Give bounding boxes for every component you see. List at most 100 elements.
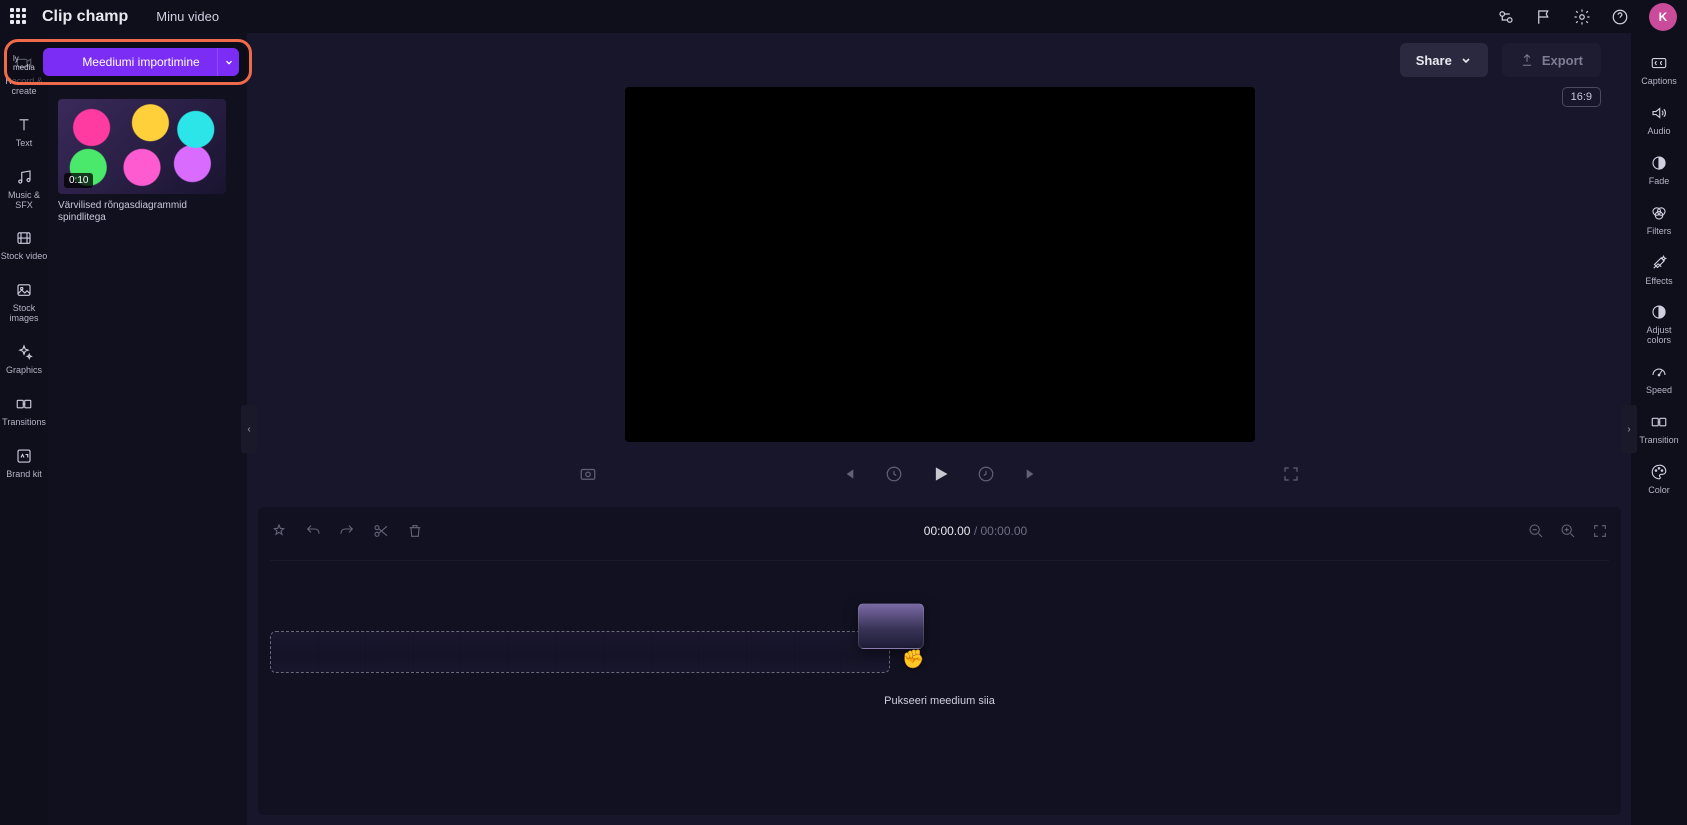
left-rail-stock-video[interactable]: Stock video <box>0 228 48 262</box>
flag-icon[interactable] <box>1532 5 1556 29</box>
export-label: Export <box>1542 53 1583 68</box>
snapshot-button[interactable] <box>578 464 598 484</box>
media-name: Värvilised rõngasdiagrammid spindlitega <box>58 200 237 224</box>
rail-label: Audio <box>1647 127 1670 137</box>
media-duration-badge: 0:10 <box>64 173 93 188</box>
player-controls <box>248 450 1631 498</box>
rail-label: Music & SFX <box>0 191 48 211</box>
user-avatar[interactable]: K <box>1649 3 1677 31</box>
right-rail: › Captions Audio Fade Filters Effects Ad… <box>1631 33 1687 825</box>
avatar-initial: K <box>1659 10 1668 24</box>
left-rail-brand-kit[interactable]: Brand kit <box>0 446 48 480</box>
rail-label: Speed <box>1646 386 1672 396</box>
timeline-hint: Pukseeri meedium siia <box>270 695 1609 707</box>
zoom-out-button[interactable] <box>1527 522 1545 540</box>
import-dropdown-caret[interactable] <box>217 48 239 76</box>
apps-icon[interactable] <box>10 8 28 26</box>
fit-timeline-button[interactable] <box>1591 522 1609 540</box>
left-rail-transitions[interactable]: Transitions <box>0 394 48 428</box>
right-rail-captions[interactable]: Captions <box>1635 53 1683 87</box>
redo-button[interactable] <box>338 522 356 540</box>
fade-icon <box>1649 153 1669 173</box>
grab-cursor-icon: ✊ <box>902 649 924 670</box>
rail-label: Brand kit <box>6 470 42 480</box>
right-rail-adjust-colors[interactable]: Adjust colors <box>1635 302 1683 346</box>
rail-label: Fade <box>1649 177 1670 187</box>
left-rail: Record & create Text Music & SFX Stock v… <box>0 33 48 825</box>
undo-button[interactable] <box>304 522 322 540</box>
right-rail-fade[interactable]: Fade <box>1635 153 1683 187</box>
share-button[interactable]: Share <box>1400 43 1488 77</box>
media-thumbnail[interactable]: 0:10 Värvilised rõngasdiagrammid spindli… <box>58 99 237 224</box>
left-rail-graphics[interactable]: Graphics <box>0 342 48 376</box>
timeline-toolbar: 00:00.00 / 00:00.00 <box>270 517 1609 545</box>
gauge-icon <box>1649 362 1669 382</box>
skip-back-button[interactable] <box>838 464 858 484</box>
right-rail-filters[interactable]: Filters <box>1635 203 1683 237</box>
step-forward-button[interactable] <box>976 464 996 484</box>
media-panel: ly media Meediumi importimine 0:10 Värvi… <box>48 33 248 825</box>
collapse-right-rail-button[interactable]: › <box>1621 405 1637 453</box>
timeline-body[interactable]: ✊ Pukseeri meedium siia <box>270 551 1609 805</box>
import-media-button[interactable]: Meediumi importimine <box>43 48 239 76</box>
rail-label: Captions <box>1641 77 1677 87</box>
skip-forward-button[interactable] <box>1022 464 1042 484</box>
rail-label: Adjust colors <box>1635 326 1683 346</box>
timeline: 00:00.00 / 00:00.00 <box>258 507 1621 815</box>
my-media-label: ly media <box>13 54 35 72</box>
export-button[interactable]: Export <box>1502 43 1601 77</box>
import-media-label: Meediumi importimine <box>82 55 199 69</box>
aspect-ratio-button[interactable]: 16:9 <box>1562 87 1601 107</box>
right-rail-speed[interactable]: Speed <box>1635 362 1683 396</box>
project-title[interactable]: Minu video <box>156 9 219 24</box>
upgrade-icon[interactable] <box>1494 5 1518 29</box>
share-label: Share <box>1416 53 1452 68</box>
video-preview[interactable] <box>625 87 1255 442</box>
rail-label: Text <box>16 139 33 149</box>
image-icon <box>14 280 34 300</box>
cc-icon <box>1649 53 1669 73</box>
rail-label: Graphics <box>6 366 42 376</box>
timeline-track[interactable]: ✊ <box>270 631 1609 677</box>
transition-icon <box>14 394 34 414</box>
right-rail-audio[interactable]: Audio <box>1635 103 1683 137</box>
action-row: Share Export <box>248 33 1631 87</box>
rail-label: Transition <box>1639 436 1678 446</box>
left-rail-music-sfx[interactable]: Music & SFX <box>0 167 48 211</box>
step-back-button[interactable] <box>884 464 904 484</box>
my-media-folder[interactable]: ly media <box>13 52 35 72</box>
right-rail-transition[interactable]: Transition <box>1635 412 1683 446</box>
speaker-icon <box>1649 103 1669 123</box>
app-name: Clip champ <box>42 8 128 26</box>
fullscreen-button[interactable] <box>1281 464 1301 484</box>
contrast-icon <box>1649 302 1669 322</box>
rail-label: Effects <box>1645 277 1672 287</box>
palette-icon <box>1649 462 1669 482</box>
dragging-clip-preview[interactable] <box>858 603 924 649</box>
transition-icon <box>1649 412 1669 432</box>
media-thumbnail-image: 0:10 <box>58 99 226 194</box>
import-highlight: ly media Meediumi importimine <box>4 39 252 85</box>
play-button[interactable] <box>930 464 950 484</box>
help-icon[interactable] <box>1608 5 1632 29</box>
left-rail-text[interactable]: Text <box>0 115 48 149</box>
left-rail-stock-images[interactable]: Stock images <box>0 280 48 324</box>
auto-button[interactable] <box>270 522 288 540</box>
timeline-ruler <box>270 551 1609 561</box>
chevron-down-icon <box>1460 54 1472 66</box>
rail-label: Transitions <box>2 418 46 428</box>
right-rail-color[interactable]: Color <box>1635 462 1683 496</box>
timeline-drop-ghost <box>270 631 890 673</box>
rail-label: Color <box>1648 486 1670 496</box>
delete-button[interactable] <box>406 522 424 540</box>
split-button[interactable] <box>372 522 390 540</box>
time-total: 00:00.00 <box>981 524 1028 538</box>
collapse-media-panel-button[interactable]: ‹ <box>241 405 257 453</box>
workspace: Share Export 16:9 <box>248 33 1631 825</box>
right-rail-effects[interactable]: Effects <box>1635 253 1683 287</box>
main: Record & create Text Music & SFX Stock v… <box>0 33 1687 825</box>
zoom-in-button[interactable] <box>1559 522 1577 540</box>
topbar: Clip champ Minu video K <box>0 0 1687 33</box>
export-icon <box>1520 53 1534 67</box>
settings-icon[interactable] <box>1570 5 1594 29</box>
